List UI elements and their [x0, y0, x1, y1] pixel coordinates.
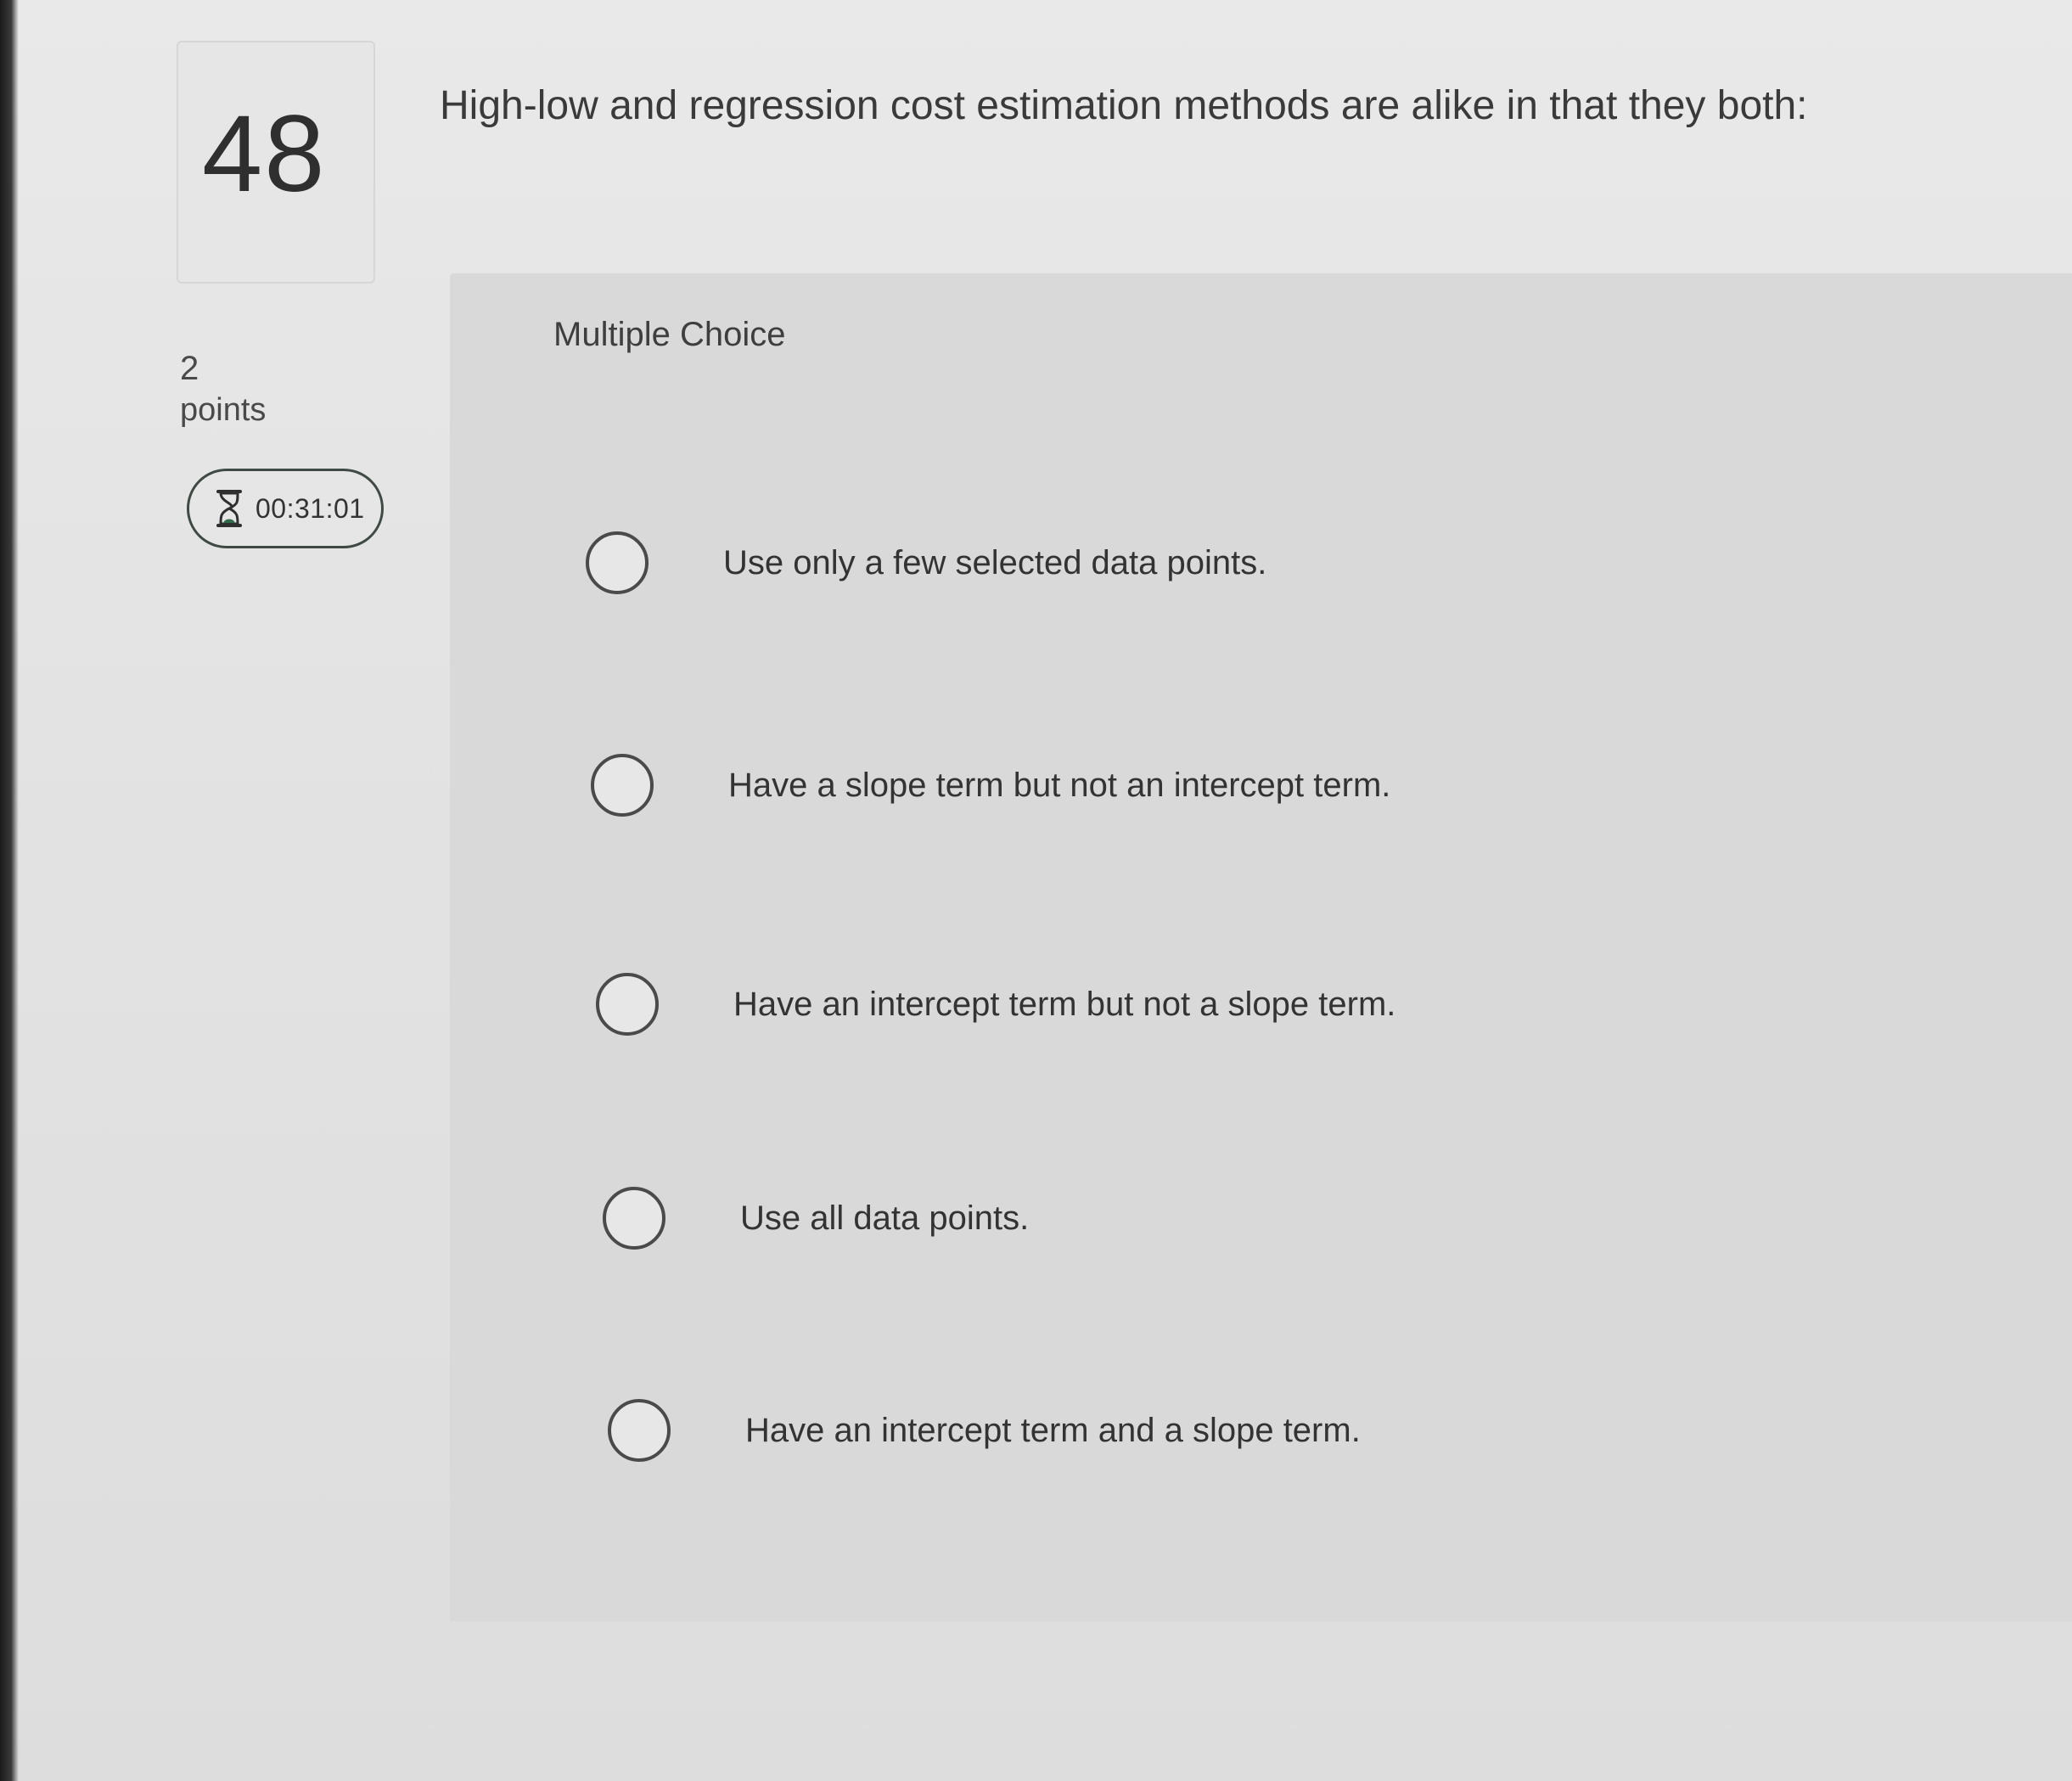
question-number: 48 — [202, 93, 327, 215]
answer-option[interactable]: Have an intercept term but not a slope t… — [596, 973, 1395, 1036]
timer-badge[interactable]: 00:31:01 — [187, 469, 384, 548]
hourglass-icon — [216, 490, 242, 527]
answer-option-label: Have a slope term but not an intercept t… — [728, 766, 1391, 804]
radio-button[interactable] — [591, 754, 654, 817]
answer-option[interactable]: Use all data points. — [603, 1187, 1029, 1250]
points-value: 2 — [180, 350, 199, 387]
question-type-label: Multiple Choice — [553, 316, 786, 353]
answer-option-label: Use only a few selected data points. — [723, 543, 1267, 581]
answer-option-label: Have an intercept term but not a slope t… — [733, 985, 1396, 1023]
radio-button[interactable] — [596, 973, 659, 1036]
radio-button[interactable] — [603, 1187, 665, 1250]
points-label: points — [180, 392, 267, 428]
question-prompt: High-low and regression cost estimation … — [440, 83, 1808, 128]
answer-option[interactable]: Have an intercept term and a slope term. — [608, 1399, 1361, 1462]
radio-button[interactable] — [608, 1399, 671, 1462]
answer-option-label: Use all data points. — [740, 1199, 1030, 1237]
answer-option[interactable]: Use only a few selected data points. — [586, 531, 1266, 594]
quiz-page: 48 High-low and regression cost estimati… — [0, 0, 2072, 1781]
screen-bezel — [0, 0, 19, 1781]
timer-value: 00:31:01 — [255, 492, 365, 524]
radio-button[interactable] — [586, 531, 649, 594]
answer-option[interactable]: Have a slope term but not an intercept t… — [591, 754, 1390, 817]
answer-option-label: Have an intercept term and a slope term. — [745, 1411, 1361, 1449]
